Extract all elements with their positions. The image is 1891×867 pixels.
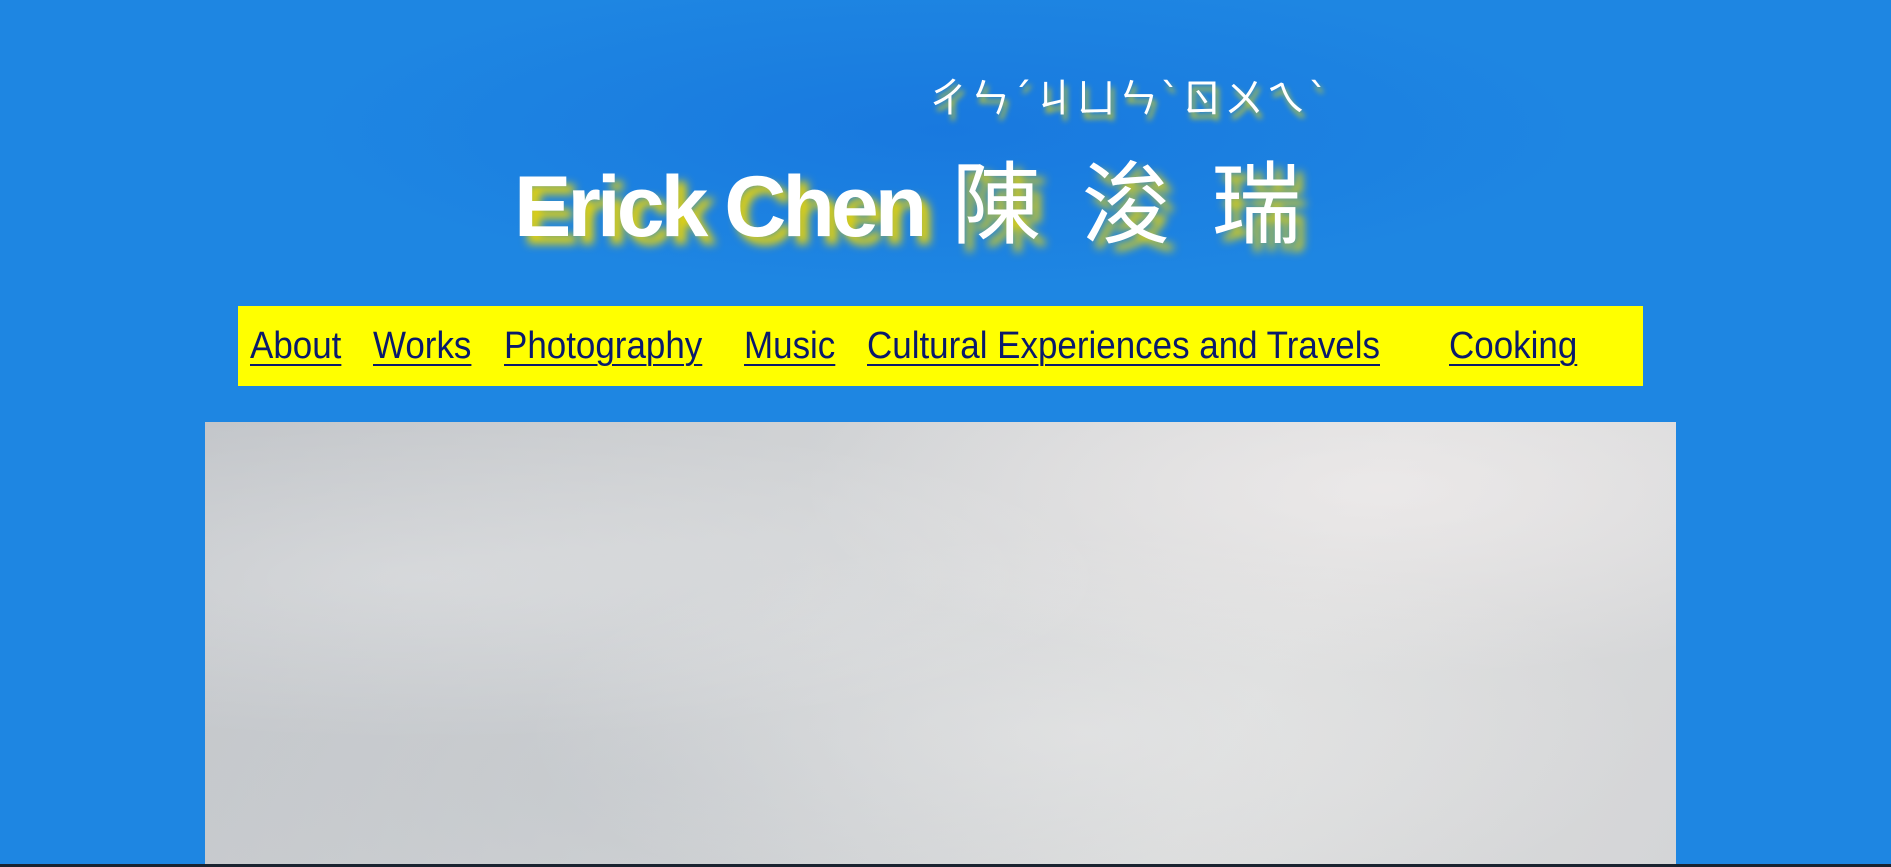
nav-link-photography[interactable]: Photography (504, 325, 702, 368)
nav-link-about[interactable]: About (250, 325, 341, 368)
nav-link-works[interactable]: Works (373, 325, 471, 368)
name-bopomofo: ㄔㄣˊㄐㄩㄣˋㄖㄨㄟˋ (928, 76, 1330, 122)
hero-cloudy-sky-image (205, 422, 1676, 867)
site-title-chinese[interactable]: 陳浚瑞 (951, 132, 1341, 262)
main-navigation: About Works Photography Music Cultural E… (238, 306, 1643, 386)
nav-link-cultural-experiences-and-travels[interactable]: Cultural Experiences and Travels (867, 325, 1380, 368)
site-title-english[interactable]: Erick Chen (514, 158, 927, 257)
site-title[interactable]: Erick Chen 陳浚瑞 (514, 132, 1341, 258)
nav-link-cooking[interactable]: Cooking (1449, 325, 1577, 368)
nav-link-music[interactable]: Music (744, 325, 835, 368)
